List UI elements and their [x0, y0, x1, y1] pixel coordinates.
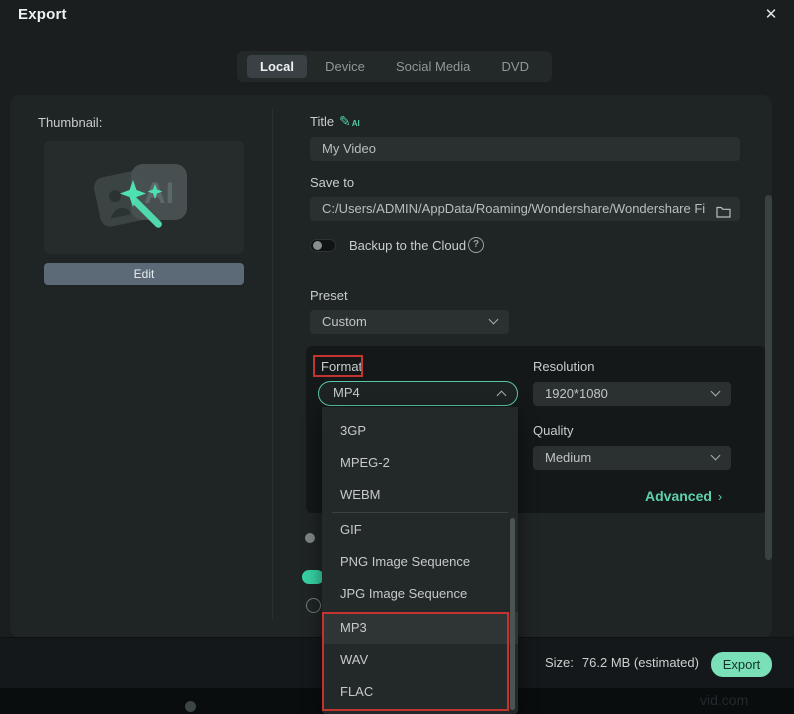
format-option-3gp[interactable]: 3GP	[322, 415, 518, 447]
format-option-flac[interactable]: FLAC	[322, 676, 518, 708]
quality-label: Quality	[533, 423, 574, 438]
preset-select[interactable]: Custom	[310, 310, 509, 334]
edit-thumbnail-button[interactable]: Edit	[44, 263, 244, 285]
tab-social-media[interactable]: Social Media	[383, 55, 483, 78]
estimated-size: Size: 76.2 MB (estimated)	[545, 655, 699, 670]
format-dropdown-menu: 3GP MPEG-2 WEBM GIF PNG Image Sequence J…	[322, 407, 518, 714]
folder-browse-icon[interactable]	[716, 202, 731, 221]
backup-cloud-toggle[interactable]	[310, 239, 336, 252]
resolution-label: Resolution	[533, 359, 595, 374]
export-target-tabs: Local Device Social Media DVD	[237, 51, 552, 82]
export-button[interactable]: Export	[711, 652, 772, 677]
chevron-down-icon	[488, 314, 499, 325]
format-option-gif[interactable]: GIF	[322, 514, 518, 546]
column-divider	[272, 108, 273, 620]
preset-label: Preset	[310, 288, 348, 303]
tab-dvd[interactable]: DVD	[489, 55, 542, 78]
chevron-down-icon	[710, 450, 721, 461]
tab-device[interactable]: Device	[312, 55, 378, 78]
format-option-png-sequence[interactable]: PNG Image Sequence	[322, 546, 518, 578]
watermark-text: vid.com	[700, 692, 749, 708]
hidden-toggle-off-fragment	[305, 533, 315, 543]
panel-scrollbar[interactable]	[765, 195, 772, 560]
backup-help-icon[interactable]: ?	[468, 237, 484, 253]
tab-local[interactable]: Local	[247, 55, 307, 78]
ai-title-icon[interactable]: ✎AI	[339, 113, 360, 130]
format-label: Format	[321, 359, 363, 374]
quality-select[interactable]: Medium	[533, 446, 731, 470]
slider-handle-dot	[185, 701, 196, 712]
format-option-mpeg2[interactable]: MPEG-2	[322, 447, 518, 479]
hidden-toggle-on-fragment	[302, 570, 324, 584]
chevron-down-icon	[710, 386, 721, 397]
resolution-select[interactable]: 1920*1080	[533, 382, 731, 406]
svg-text:AI: AI	[144, 177, 174, 210]
toggle-knob	[313, 241, 322, 250]
thumbnail-label: Thumbnail:	[38, 115, 103, 130]
hidden-help-icon-fragment	[306, 598, 321, 613]
format-option-mp3[interactable]: MP3	[322, 612, 518, 644]
title-label: Title	[310, 114, 335, 129]
dropdown-scrollbar[interactable]	[510, 518, 515, 710]
format-option-wav[interactable]: WAV	[322, 644, 518, 676]
dialog-title: Export	[18, 6, 67, 23]
thumbnail-preview[interactable]: AI	[44, 141, 244, 254]
backup-cloud-label: Backup to the Cloud	[349, 238, 467, 253]
size-label: Size:	[545, 655, 574, 670]
save-path-input[interactable]: C:/Users/ADMIN/AppData/Roaming/Wondersha…	[310, 197, 740, 221]
export-dialog: Export ✕ Local Device Social Media DVD T…	[0, 0, 794, 714]
format-option-jpg-sequence[interactable]: JPG Image Sequence	[322, 578, 518, 610]
save-to-label: Save to	[310, 175, 355, 190]
size-value: 76.2 MB (estimated)	[581, 655, 699, 670]
ai-thumbnail-placeholder-icon: AI	[93, 164, 187, 228]
format-select[interactable]: MP4	[318, 381, 518, 406]
close-icon[interactable]: ✕	[761, 5, 781, 25]
advanced-link[interactable]: Advanced ›	[645, 488, 722, 504]
title-input[interactable]: My Video	[310, 137, 740, 161]
chevron-up-icon	[496, 390, 507, 401]
dropdown-divider	[332, 512, 508, 513]
format-option-webm[interactable]: WEBM	[322, 479, 518, 511]
chevron-right-icon: ›	[717, 489, 723, 504]
